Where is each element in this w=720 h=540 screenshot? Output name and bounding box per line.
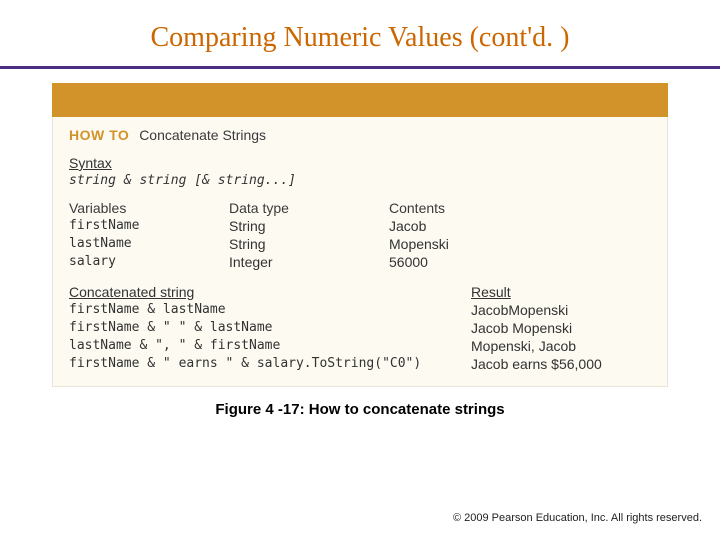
figure-caption: Figure 4 -17: How to concatenate strings [0, 401, 720, 418]
var-name: salary [69, 254, 229, 270]
copyright-line: © 2009 Pearson Education, Inc. All right… [453, 512, 702, 524]
concat-expr: firstName & " " & lastName [69, 320, 471, 336]
concat-expr: firstName & lastName [69, 302, 471, 318]
concat-header-left: Concatenated string [69, 284, 471, 300]
concat-table: Concatenated string Result firstName & l… [69, 284, 651, 372]
vars-header-variables: Variables [69, 200, 229, 216]
concat-expr: lastName & ", " & firstName [69, 338, 471, 354]
howto-line: HOW TO Concatenate Strings [69, 127, 651, 143]
var-type: String [229, 236, 389, 252]
var-value: Jacob [389, 218, 651, 234]
vars-header-contents: Contents [389, 200, 651, 216]
var-value: 56000 [389, 254, 651, 270]
concat-result: Jacob earns $56,000 [471, 356, 651, 372]
copyright-text: 2009 Pearson Education, Inc. All rights … [464, 512, 702, 524]
var-name: lastName [69, 236, 229, 252]
var-type: String [229, 218, 389, 234]
var-value: Mopenski [389, 236, 651, 252]
copyright-symbol: © [453, 512, 461, 524]
figure-container: HOW TO Concatenate Strings Syntax string… [52, 83, 668, 387]
concat-header-right: Result [471, 284, 651, 300]
howto-topic: Concatenate Strings [139, 127, 266, 143]
concat-result: Jacob Mopenski [471, 320, 651, 336]
var-name: firstName [69, 218, 229, 234]
vars-header-datatype: Data type [229, 200, 389, 216]
syntax-label: Syntax [69, 155, 112, 171]
slide-title: Comparing Numeric Values (cont'd. ) [0, 0, 720, 54]
howto-label: HOW TO [69, 127, 129, 143]
concat-expr: firstName & " earns " & salary.ToString(… [69, 356, 471, 372]
slide: Comparing Numeric Values (cont'd. ) HOW … [0, 0, 720, 540]
figure-body: HOW TO Concatenate Strings Syntax string… [52, 117, 668, 387]
concat-result: JacobMopenski [471, 302, 651, 318]
variables-table: Variables Data type Contents firstName S… [69, 200, 651, 270]
title-underline [0, 66, 720, 69]
concat-result: Mopenski, Jacob [471, 338, 651, 354]
var-type: Integer [229, 254, 389, 270]
syntax-code: string & string [& string...] [69, 173, 651, 188]
figure-header-bar [52, 83, 668, 117]
